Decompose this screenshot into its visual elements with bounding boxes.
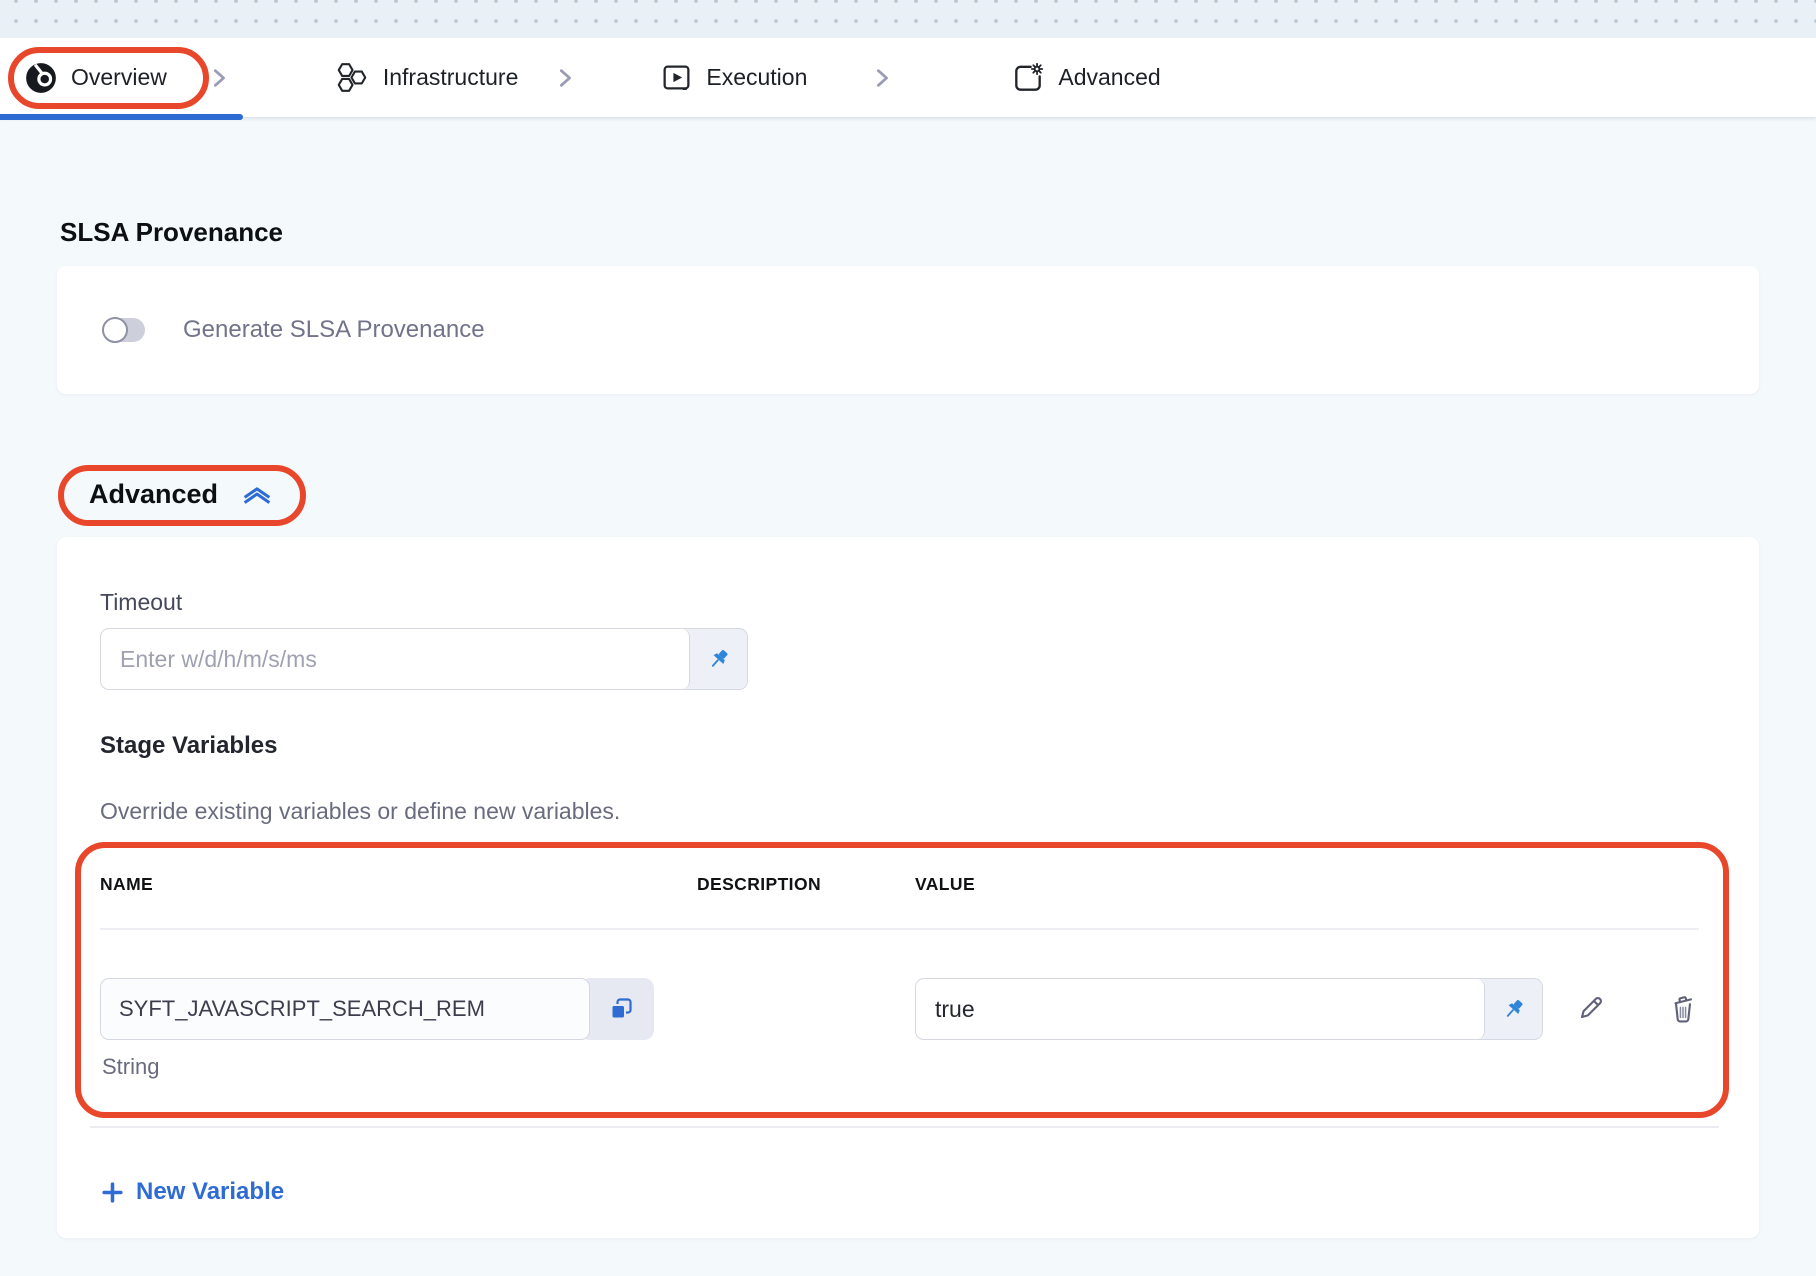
tab-execution[interactable]: Execution	[576, 38, 871, 117]
chevron-right-icon	[208, 62, 230, 94]
pin-icon	[706, 647, 731, 672]
timeout-field-group	[100, 628, 748, 690]
toggle-knob	[102, 317, 128, 343]
variable-name-field-group: SYFT_JAVASCRIPT_SEARCH_REM	[100, 978, 654, 1040]
value-fixed-value-pin-button[interactable]	[1485, 979, 1542, 1039]
pin-icon	[1501, 997, 1526, 1022]
tab-overview[interactable]: Overview	[0, 38, 208, 117]
pencil-icon	[1574, 993, 1606, 1025]
active-tab-indicator	[0, 114, 243, 120]
copy-variable-name-button[interactable]	[580, 978, 654, 1040]
table-header-row: NAME DESCRIPTION VALUE	[100, 874, 1699, 895]
header-divider	[100, 928, 1699, 930]
advanced-section-title: Advanced	[89, 479, 218, 510]
chevron-right-icon	[554, 62, 576, 94]
timeout-input-wrap	[101, 629, 690, 689]
tab-advanced[interactable]: Advanced	[893, 38, 1190, 117]
column-header-name: NAME	[100, 874, 697, 895]
advanced-settings-card: Timeout Stage Variables Override	[57, 537, 1759, 1238]
variable-value-cell	[915, 978, 1699, 1040]
delete-variable-button[interactable]	[1668, 993, 1698, 1025]
variable-name-cell: SYFT_JAVASCRIPT_SEARCH_REM String	[100, 978, 697, 1080]
chevron-up-icon	[238, 482, 276, 508]
new-variable-label: New Variable	[136, 1178, 284, 1206]
pipeline-canvas-dotted-background	[0, 0, 1816, 38]
variable-value-input-wrap	[916, 979, 1485, 1039]
generate-slsa-toggle-label: Generate SLSA Provenance	[183, 316, 485, 344]
slsa-provenance-card: Generate SLSA Provenance	[57, 266, 1759, 394]
overview-icon	[24, 61, 58, 95]
stage-config-page: Overview Infrastructure Execution	[0, 0, 1816, 1238]
chevron-right-icon	[871, 62, 893, 94]
new-variable-button[interactable]: New Variable	[100, 1178, 284, 1206]
variable-row: SYFT_JAVASCRIPT_SEARCH_REM String	[100, 978, 1699, 1080]
stage-variables-title: Stage Variables	[100, 732, 1716, 760]
stage-overview-panel: SLSA Provenance Generate SLSA Provenance…	[0, 217, 1816, 1238]
timeout-fixed-value-pin-button[interactable]	[690, 629, 747, 689]
generate-slsa-toggle[interactable]	[103, 318, 145, 342]
infrastructure-icon	[334, 60, 370, 96]
column-header-description: DESCRIPTION	[697, 874, 915, 895]
advanced-gear-icon	[1011, 61, 1045, 95]
copy-icon	[608, 996, 634, 1022]
execution-icon	[660, 61, 693, 94]
tab-infrastructure-label: Infrastructure	[383, 64, 519, 91]
variable-value-input[interactable]	[935, 996, 1465, 1023]
variable-type-label: String	[102, 1054, 697, 1080]
variable-value-field-group	[915, 978, 1543, 1040]
trash-icon	[1668, 993, 1698, 1025]
tab-advanced-label: Advanced	[1058, 64, 1160, 91]
advanced-section-header[interactable]: Advanced	[58, 465, 306, 526]
slsa-section-title: SLSA Provenance	[60, 217, 1759, 248]
tab-execution-label: Execution	[706, 64, 807, 91]
stage-variables-table-annotated: NAME DESCRIPTION VALUE SYFT_JAVASCRIPT_S…	[75, 842, 1729, 1118]
plus-icon	[100, 1180, 125, 1205]
column-header-value: VALUE	[915, 874, 1699, 895]
timeout-label: Timeout	[100, 589, 1716, 616]
stage-variables-description: Override existing variables or define ne…	[100, 798, 1716, 825]
table-bottom-divider	[90, 1126, 1719, 1128]
edit-variable-button[interactable]	[1574, 993, 1606, 1025]
stage-tab-bar: Overview Infrastructure Execution	[0, 38, 1816, 117]
timeout-input[interactable]	[120, 646, 670, 673]
tab-overview-label: Overview	[71, 64, 167, 91]
tab-infrastructure[interactable]: Infrastructure	[230, 38, 555, 117]
variable-name-field: SYFT_JAVASCRIPT_SEARCH_REM	[100, 978, 590, 1040]
